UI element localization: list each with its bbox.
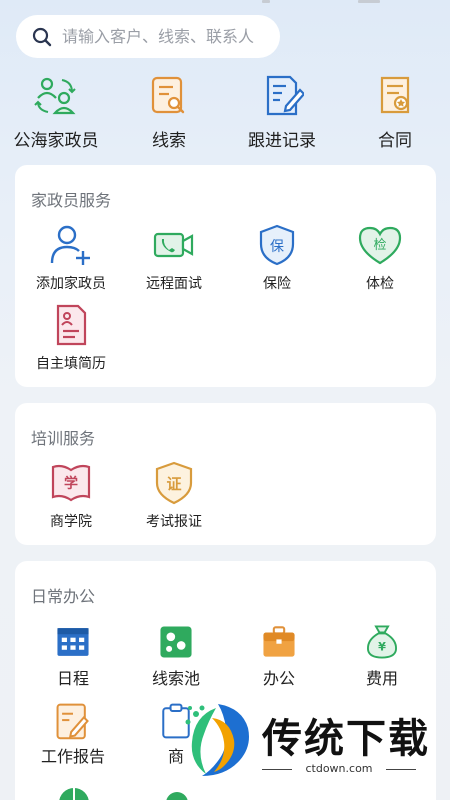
work-report-button[interactable]: 工作报告 bbox=[18, 701, 128, 767]
grid-item-label: 办公 bbox=[262, 669, 295, 688]
certificate-icon: 证 bbox=[155, 461, 193, 505]
briefcase-icon bbox=[263, 626, 295, 657]
grid-item-label: 工作报告 bbox=[40, 747, 105, 766]
search-icon bbox=[32, 27, 52, 46]
partial-icon bbox=[166, 792, 188, 800]
worker-service-card: 家政员服务 添加家政员 远程面试 保 保险 检 体检 自主填简历 bbox=[15, 165, 436, 387]
pie-chart-icon bbox=[59, 788, 89, 800]
quick-action-label: 线索 bbox=[152, 131, 186, 151]
lead-pool-icon bbox=[160, 626, 192, 658]
work-report-icon bbox=[56, 703, 89, 740]
grid-item-label: 体检 bbox=[366, 276, 394, 292]
status-bar bbox=[0, 0, 450, 6]
business-school-button[interactable]: 学 商学院 bbox=[16, 461, 126, 531]
follow-up-record-icon bbox=[266, 75, 304, 116]
quick-action-lead[interactable]: 线索 bbox=[114, 74, 224, 151]
self-resume-button[interactable]: 自主填简历 bbox=[16, 303, 126, 373]
watermark: 传统下载 ctdown.com bbox=[178, 700, 428, 782]
lead-pool-button[interactable]: 线索池 bbox=[121, 623, 231, 689]
insurance-button[interactable]: 保 保险 bbox=[222, 223, 332, 293]
quick-actions: 公海家政员 线索 跟进记录 合同 bbox=[0, 74, 450, 154]
expense-glyph: ¥ bbox=[378, 641, 386, 654]
section-title: 日常办公 bbox=[31, 587, 96, 606]
quick-action-label: 合同 bbox=[378, 131, 412, 151]
remote-interview-button[interactable]: 远程面试 bbox=[119, 223, 229, 293]
contract-icon bbox=[380, 76, 410, 114]
money-bag-icon: ¥ bbox=[367, 625, 397, 659]
quick-action-contract[interactable]: 合同 bbox=[340, 74, 450, 151]
quick-action-label: 跟进记录 bbox=[248, 131, 316, 151]
watermark-url: ctdown.com bbox=[262, 762, 416, 775]
health-check-heart-icon: 检 bbox=[358, 226, 402, 265]
grid-item-label: 商学院 bbox=[50, 514, 92, 530]
grid-item-label: 日程 bbox=[56, 669, 89, 688]
training-card: 培训服务 学 商学院 证 考试报证 bbox=[15, 403, 436, 545]
insurance-glyph: 保 bbox=[270, 239, 284, 255]
health-check-button[interactable]: 检 体检 bbox=[325, 223, 435, 293]
grid-item-label: 添加家政员 bbox=[36, 276, 106, 292]
resume-icon bbox=[56, 304, 87, 346]
grid-item-label: 费用 bbox=[365, 669, 398, 688]
quick-action-sea-workers[interactable]: 公海家政员 bbox=[1, 74, 111, 151]
watermark-title: 传统下载 bbox=[262, 716, 430, 762]
calendar-icon bbox=[57, 628, 89, 656]
grid-item-label: 线索池 bbox=[151, 669, 200, 688]
search-bar[interactable] bbox=[16, 15, 280, 58]
schedule-button[interactable]: 日程 bbox=[18, 623, 128, 689]
grid-item-label: 考试报证 bbox=[146, 514, 202, 530]
watermark-logo bbox=[185, 704, 249, 776]
section-title: 培训服务 bbox=[31, 429, 96, 448]
certificate-glyph: 证 bbox=[166, 475, 181, 493]
add-person-icon bbox=[50, 225, 90, 265]
sea-workers-icon bbox=[34, 77, 76, 115]
grid-item-label: 保险 bbox=[263, 276, 291, 292]
quick-action-follow-up[interactable]: 跟进记录 bbox=[227, 74, 337, 151]
video-call-icon bbox=[153, 232, 194, 258]
grid-item-label: 远程面试 bbox=[146, 276, 202, 292]
add-worker-button[interactable]: 添加家政员 bbox=[16, 223, 126, 293]
business-school-icon: 学 bbox=[51, 464, 91, 502]
insurance-shield-icon: 保 bbox=[259, 224, 295, 266]
expense-button[interactable]: ¥ 费用 bbox=[327, 623, 437, 689]
business-school-glyph: 学 bbox=[64, 475, 78, 492]
section-title: 家政员服务 bbox=[31, 191, 112, 210]
grid-item-label: 自主填简历 bbox=[36, 356, 106, 372]
search-input[interactable] bbox=[62, 27, 272, 46]
lead-icon bbox=[151, 76, 185, 114]
office-button[interactable]: 办公 bbox=[224, 623, 334, 689]
health-check-glyph: 检 bbox=[373, 238, 386, 253]
quick-action-label: 公海家政员 bbox=[13, 131, 99, 151]
exam-certificate-button[interactable]: 证 考试报证 bbox=[119, 461, 229, 531]
